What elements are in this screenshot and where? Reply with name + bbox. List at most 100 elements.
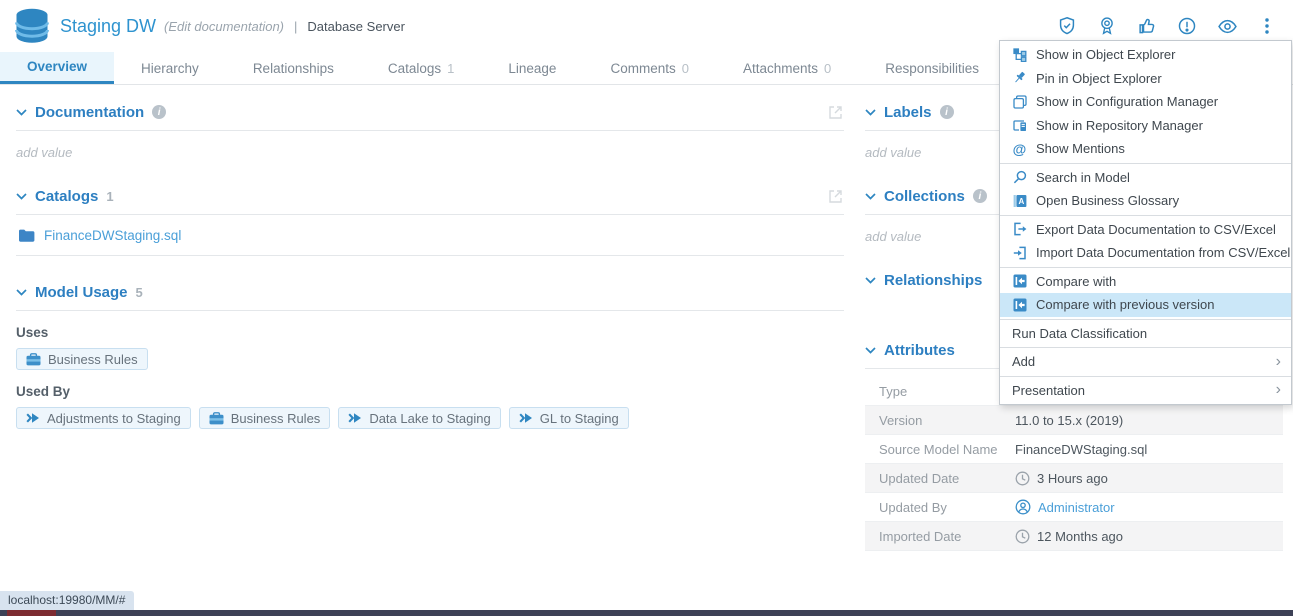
info-icon: i <box>973 189 987 203</box>
mentions-icon: @ <box>1012 141 1027 156</box>
clock-icon <box>1015 471 1030 486</box>
tab-count: 0 <box>682 61 689 76</box>
section-count: 1 <box>106 189 113 204</box>
menu-item-show-in-object-explorer[interactable]: Show in Object Explorer <box>1000 43 1291 67</box>
section-title[interactable]: Labels <box>884 104 932 121</box>
section-title[interactable]: Attributes <box>884 342 955 359</box>
taskbar-edge <box>0 610 1293 616</box>
attribute-row-updated-date: Updated Date 3 Hours ago <box>865 464 1283 493</box>
folder-icon <box>18 228 35 243</box>
chevron-down-icon[interactable] <box>16 109 27 116</box>
open-external-icon[interactable] <box>827 188 844 205</box>
tab-comments[interactable]: Comments 0 <box>583 52 716 84</box>
menu-item-import-data-documentation[interactable]: Import Data Documentation from CSV/Excel <box>1000 241 1291 265</box>
attribute-row-imported-date: Imported Date 12 Months ago <box>865 522 1283 551</box>
tab-hierarchy[interactable]: Hierarchy <box>114 52 226 84</box>
menu-item-pin-in-object-explorer[interactable]: Pin in Object Explorer <box>1000 67 1291 91</box>
menu-item-run-data-classification[interactable]: Run Data Classification <box>1000 322 1291 346</box>
menu-item-label: Compare with <box>1036 274 1116 289</box>
kebab-menu-icon[interactable] <box>1255 14 1279 38</box>
menu-item-export-data-documentation[interactable]: Export Data Documentation to CSV/Excel <box>1000 218 1291 242</box>
chevron-down-icon[interactable] <box>16 193 27 200</box>
updated-by-link[interactable]: Administrator <box>1038 500 1115 515</box>
used-by-chip-row: Adjustments to Staging Business Rules <box>16 407 844 429</box>
chevron-down-icon[interactable] <box>865 193 876 200</box>
info-icon: i <box>940 105 954 119</box>
menu-item-compare-with-previous-version[interactable]: Compare with previous version <box>1000 293 1291 317</box>
menu-item-label: Search in Model <box>1036 170 1130 185</box>
tab-catalogs[interactable]: Catalogs 1 <box>361 52 482 84</box>
user-icon <box>1015 499 1031 515</box>
chevron-down-icon[interactable] <box>865 109 876 116</box>
menu-item-label: Show in Object Explorer <box>1036 47 1175 62</box>
section-title[interactable]: Documentation <box>35 104 144 121</box>
open-external-icon[interactable] <box>827 104 844 121</box>
repository-manager-icon <box>1012 118 1027 133</box>
alert-circle-icon[interactable] <box>1175 14 1199 38</box>
shield-check-icon[interactable] <box>1055 14 1079 38</box>
tab-label: Responsibilities <box>885 61 979 76</box>
briefcase-icon <box>26 353 41 366</box>
tab-label: Attachments <box>743 61 818 76</box>
taskbar-edge-accent <box>7 610 56 616</box>
tab-lineage[interactable]: Lineage <box>481 52 583 84</box>
import-icon <box>1012 245 1027 260</box>
section-title[interactable]: Relationships <box>884 272 982 289</box>
compare-icon <box>1012 274 1027 289</box>
menu-item-label: Show Mentions <box>1036 141 1125 156</box>
tab-attachments[interactable]: Attachments 0 <box>716 52 858 84</box>
menu-item-add[interactable]: Add › <box>1000 350 1291 374</box>
divider <box>16 130 844 131</box>
chip-label: Business Rules <box>231 411 321 426</box>
attribute-value: 11.0 to 15.x (2019) <box>1015 413 1123 428</box>
catalog-list-item[interactable]: FinanceDWStaging.sql <box>16 215 844 256</box>
attribute-label: Updated Date <box>865 471 1015 486</box>
menu-item-show-in-configuration-manager[interactable]: Show in Configuration Manager <box>1000 90 1291 114</box>
tab-count: 0 <box>824 61 831 76</box>
thumbs-up-icon[interactable] <box>1135 14 1159 38</box>
model-chip[interactable]: Data Lake to Staging <box>338 407 500 429</box>
attribute-label: Version <box>865 413 1015 428</box>
attribute-value-text: 3 Hours ago <box>1037 471 1108 486</box>
section-title[interactable]: Catalogs <box>35 188 98 205</box>
attribute-label: Type <box>865 384 1015 399</box>
certificate-icon[interactable] <box>1095 14 1119 38</box>
model-chip[interactable]: Business Rules <box>199 407 331 429</box>
menu-item-search-in-model[interactable]: Search in Model <box>1000 166 1291 190</box>
chip-label: GL to Staging <box>540 411 619 426</box>
export-icon <box>1012 222 1027 237</box>
chevron-down-icon[interactable] <box>865 277 876 284</box>
menu-item-presentation[interactable]: Presentation › <box>1000 379 1291 403</box>
tab-responsibilities[interactable]: Responsibilities <box>858 52 1006 84</box>
section-title[interactable]: Model Usage <box>35 284 128 301</box>
menu-item-show-mentions[interactable]: @ Show Mentions <box>1000 137 1291 161</box>
chevron-down-icon[interactable] <box>16 289 27 296</box>
eye-icon[interactable] <box>1215 14 1239 38</box>
tab-label: Relationships <box>253 61 334 76</box>
catalog-link[interactable]: FinanceDWStaging.sql <box>44 228 181 243</box>
edit-documentation-link[interactable]: (Edit documentation) <box>164 19 284 34</box>
forward-arrow-icon <box>348 412 362 424</box>
menu-item-show-in-repository-manager[interactable]: Show in Repository Manager <box>1000 114 1291 138</box>
tab-label: Comments <box>610 61 675 76</box>
attribute-value[interactable]: Administrator <box>1015 499 1115 515</box>
menu-item-compare-with[interactable]: Compare with <box>1000 270 1291 294</box>
tab-overview[interactable]: Overview <box>0 52 114 84</box>
menu-item-label: Show in Configuration Manager <box>1036 94 1218 109</box>
chevron-down-icon[interactable] <box>865 347 876 354</box>
menu-item-label: Export Data Documentation to CSV/Excel <box>1036 222 1276 237</box>
model-chip[interactable]: Business Rules <box>16 348 148 370</box>
menu-item-label: Run Data Classification <box>1012 326 1147 341</box>
menu-item-label: Presentation <box>1012 383 1085 398</box>
tab-label: Catalogs <box>388 61 441 76</box>
tab-relationships[interactable]: Relationships <box>226 52 361 84</box>
pin-icon <box>1012 71 1027 86</box>
documentation-add-value[interactable]: add value <box>16 145 844 160</box>
tab-count: 1 <box>447 61 454 76</box>
menu-item-label: Show in Repository Manager <box>1036 118 1203 133</box>
section-title[interactable]: Collections <box>884 188 965 205</box>
menu-item-open-business-glossary[interactable]: A Open Business Glossary <box>1000 189 1291 213</box>
model-chip[interactable]: Adjustments to Staging <box>16 407 191 429</box>
model-chip[interactable]: GL to Staging <box>509 407 629 429</box>
context-menu-group: Search in Model A Open Business Glossary <box>1000 163 1291 215</box>
